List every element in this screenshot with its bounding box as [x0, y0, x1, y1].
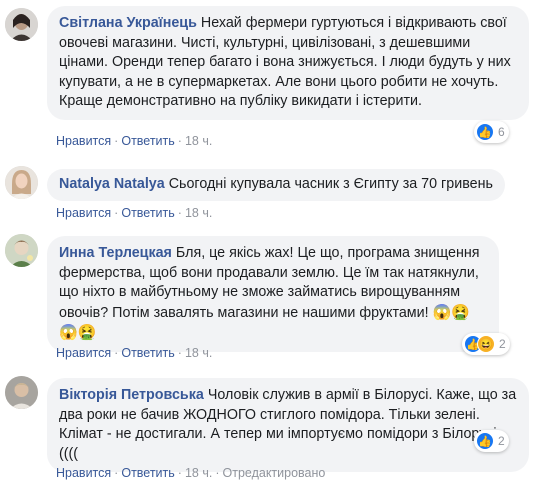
edited-label[interactable]: Отредактировано [223, 466, 326, 480]
comment-bubble: Natalya Natalya Сьогодні купувала часник … [47, 169, 505, 201]
reaction-count: 2 [499, 337, 506, 351]
like-link[interactable]: Нравится [56, 346, 111, 360]
avatar[interactable] [5, 234, 38, 267]
comment-bubble: Вікторія Петровська Чоловік служив в армі… [47, 378, 529, 472]
separator-dot: · [114, 346, 119, 360]
comment-actions: Нравится · Ответить · 18 ч. [56, 134, 212, 148]
comment-actions: Нравится · Ответить · 18 ч. · Отредактировано [56, 466, 325, 480]
scream-emoji: 😱 [432, 303, 452, 321]
avatar[interactable] [5, 166, 38, 199]
haha-icon: 😆 [477, 335, 495, 353]
like-link[interactable]: Нравится [56, 206, 111, 220]
like-icon: 👍 [476, 432, 494, 450]
vomit-emoji: 🤮 [451, 303, 470, 321]
reaction-count: 2 [498, 434, 505, 448]
comment-author[interactable]: Инна Терлецкая [59, 245, 172, 261]
reply-link[interactable]: Ответить [121, 206, 174, 220]
scream-emoji: 😱 [59, 324, 78, 341]
avatar[interactable] [5, 376, 38, 409]
reaction-summary[interactable]: 👍 😆 2 [462, 333, 510, 355]
comment-text: Сьогодні купувала часник з Єгипту за 70 … [168, 176, 493, 192]
timestamp[interactable]: 18 ч. [185, 346, 212, 360]
comment-author[interactable]: Світлана Українець [59, 15, 197, 31]
avatar[interactable] [5, 8, 38, 41]
like-link[interactable]: Нравится [56, 466, 111, 480]
like-icon: 👍 [476, 123, 494, 141]
separator-dot: · [177, 206, 182, 220]
separator-dot: · [114, 206, 119, 220]
timestamp[interactable]: 18 ч. [185, 466, 212, 480]
comment-bubble: Инна Терлецкая Бля, це якісь жах! Це що, … [47, 236, 499, 352]
comment-author[interactable]: Natalya Natalya [59, 176, 165, 192]
reaction-count: 6 [498, 125, 505, 139]
comment-author[interactable]: Вікторія Петровська [59, 387, 204, 403]
reaction-summary[interactable]: 👍 6 [474, 121, 509, 143]
separator-dot: · [114, 466, 119, 480]
separator-dot: · [177, 134, 182, 148]
comment-actions: Нравится · Ответить · 18 ч. [56, 206, 212, 220]
timestamp[interactable]: 18 ч. [185, 134, 212, 148]
separator-dot: · [215, 466, 220, 480]
reply-link[interactable]: Ответить [121, 466, 174, 480]
like-link[interactable]: Нравится [56, 134, 111, 148]
timestamp[interactable]: 18 ч. [185, 206, 212, 220]
vomit-emoji: 🤮 [77, 324, 97, 341]
reply-link[interactable]: Ответить [121, 134, 174, 148]
comment-bubble: Світлана Українець Нехай фермери гуртують… [47, 6, 529, 120]
reply-link[interactable]: Ответить [121, 346, 174, 360]
comment-actions: Нравится · Ответить · 18 ч. [56, 346, 212, 360]
separator-dot: · [177, 466, 182, 480]
separator-dot: · [114, 134, 119, 148]
separator-dot: · [177, 346, 182, 360]
reaction-summary[interactable]: 👍 2 [474, 430, 509, 452]
